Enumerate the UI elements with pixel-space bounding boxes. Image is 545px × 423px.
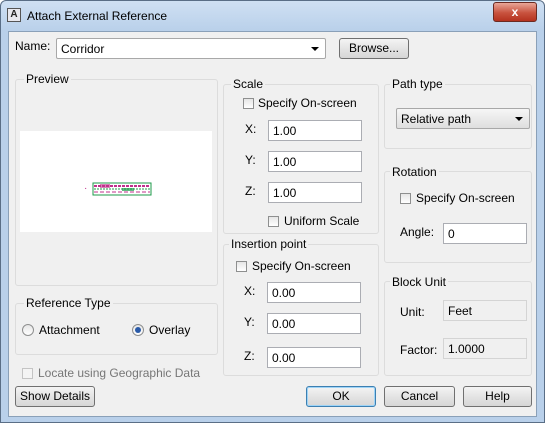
geo-checkbox[interactable] (22, 368, 33, 379)
scale-specify-label[interactable]: Specify On-screen (258, 96, 357, 110)
reference-type-label: Reference Type (24, 296, 113, 310)
insertion-z-label: Z: (244, 349, 255, 363)
unit-value: Feet (443, 300, 527, 321)
insertion-y-input[interactable]: 0.00 (267, 313, 361, 334)
insertion-z-input[interactable]: 0.00 (267, 347, 361, 368)
scale-label: Scale (231, 77, 266, 91)
chevron-down-icon (515, 117, 523, 121)
angle-input[interactable]: 0 (443, 223, 527, 244)
scale-y-label: Y: (245, 153, 256, 167)
cancel-button[interactable]: Cancel (384, 386, 455, 407)
angle-label: Angle: (400, 225, 435, 239)
show-details-button[interactable]: Show Details (15, 386, 95, 407)
uniform-scale-checkbox[interactable] (268, 216, 279, 227)
close-button[interactable]: x (493, 2, 537, 22)
overlay-label[interactable]: Overlay (149, 323, 190, 337)
app-icon: A (7, 8, 21, 22)
attachment-label[interactable]: Attachment (39, 323, 100, 337)
title-bar[interactable]: A Attach External Reference x (1, 1, 544, 31)
unit-label: Unit: (400, 305, 425, 319)
geo-label: Locate using Geographic Data (38, 366, 201, 380)
block-unit-label: Block Unit (390, 275, 449, 289)
path-type-label: Path type (390, 77, 445, 91)
scale-x-label: X: (245, 122, 257, 136)
path-type-value: Relative path (401, 112, 472, 126)
insertion-specify-checkbox[interactable] (236, 261, 247, 272)
scale-z-input[interactable]: 1.00 (268, 182, 362, 203)
window-title: Attach External Reference (27, 9, 168, 23)
name-dropdown[interactable]: Corridor (56, 38, 326, 59)
preview-dot: · (84, 183, 88, 194)
overlay-radio[interactable] (132, 324, 144, 336)
insertion-specify-label[interactable]: Specify On-screen (252, 259, 351, 273)
name-label: Name: (15, 39, 51, 53)
preview-image: · (20, 131, 212, 232)
factor-value: 1.0000 (443, 338, 527, 359)
chevron-down-icon (311, 47, 319, 51)
dialog-window: A Attach External Reference x Name: Corr… (0, 0, 545, 423)
rotation-specify-checkbox[interactable] (400, 193, 411, 204)
uniform-scale-label[interactable]: Uniform Scale (284, 214, 359, 228)
insertion-label: Insertion point (229, 237, 309, 251)
factor-label: Factor: (400, 343, 438, 357)
insertion-y-label: Y: (244, 315, 255, 329)
block-unit-group (384, 281, 532, 376)
ok-button[interactable]: OK (306, 386, 376, 407)
scale-y-input[interactable]: 1.00 (268, 151, 362, 172)
rotation-label: Rotation (390, 165, 439, 179)
name-value: Corridor (61, 42, 105, 56)
rotation-group (384, 171, 532, 263)
attachment-radio[interactable] (22, 324, 34, 336)
scale-x-input[interactable]: 1.00 (268, 120, 362, 141)
path-type-dropdown[interactable]: Relative path (396, 108, 530, 129)
insertion-x-input[interactable]: 0.00 (267, 282, 361, 303)
scale-z-label: Z: (245, 184, 256, 198)
browse-button[interactable]: Browse... (339, 38, 409, 59)
rotation-specify-label[interactable]: Specify On-screen (416, 191, 515, 205)
dialog-body: Name: Corridor Browse... Preview · Refer… (8, 31, 537, 417)
preview-label: Preview (24, 72, 71, 86)
insertion-x-label: X: (244, 284, 256, 298)
scale-specify-checkbox[interactable] (243, 98, 254, 109)
preview-drawing-icon (92, 182, 152, 196)
help-button[interactable]: Help (463, 386, 532, 407)
